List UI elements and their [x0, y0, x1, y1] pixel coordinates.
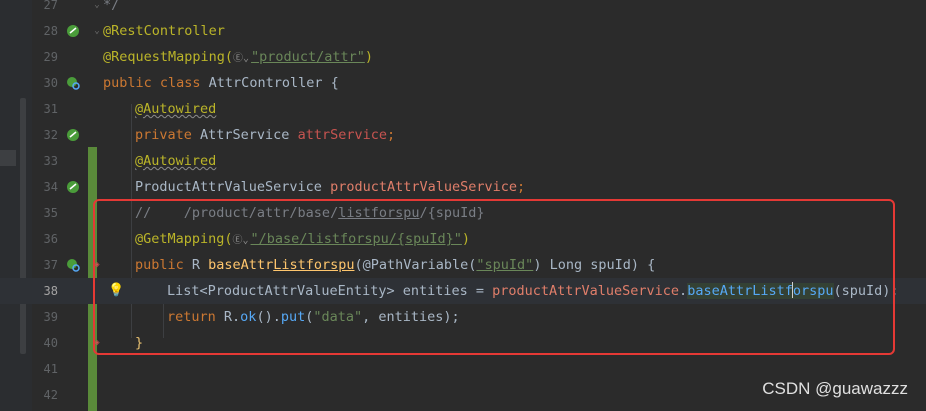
- code-text: @RestController: [103, 23, 225, 39]
- code-line: 30 public class AttrController {: [0, 70, 926, 96]
- line-number: 41: [43, 362, 58, 376]
- web-endpoint-icon[interactable]: Ⓔ⌄: [233, 46, 251, 72]
- line-number: 39: [43, 310, 58, 324]
- code-line: 28 ⌄ @RestController: [0, 18, 926, 44]
- code-text: public class AttrController {: [103, 75, 339, 91]
- code-line: 31 @Autowired: [0, 96, 926, 122]
- code-editor[interactable]: 27 ⌄ */ 28 ⌄ @RestController 29 @Request…: [0, 0, 926, 411]
- spring-bean-icon[interactable]: [66, 128, 80, 142]
- line-number: 34: [43, 180, 58, 194]
- line-number: 31: [43, 102, 58, 116]
- spring-bean-icon[interactable]: [66, 24, 80, 38]
- line-number: 38: [43, 284, 58, 298]
- line-number: 33: [43, 154, 58, 168]
- code-line: 33 @Autowired: [0, 148, 926, 174]
- endpoint-search-icon[interactable]: [66, 258, 80, 272]
- code-text: */: [103, 0, 120, 13]
- line-number: 36: [43, 232, 58, 246]
- code-line: 29 @RequestMapping(Ⓔ⌄ "product/attr"): [0, 44, 926, 70]
- code-text: @Autowired: [135, 101, 217, 117]
- code-line: 27 ⌄ */: [0, 0, 926, 18]
- line-number: 28: [43, 24, 58, 38]
- watermark: CSDN @guawazzz: [762, 379, 908, 398]
- code-line: 34 ProductAttrValueService productAttrVa…: [0, 174, 926, 200]
- line-number: 27: [43, 0, 58, 12]
- line-number: 35: [43, 206, 58, 220]
- code-line: 32 private AttrService attrService;: [0, 122, 926, 148]
- code-text: ProductAttrValueService productAttrValue…: [135, 179, 526, 195]
- spring-bean-search-icon[interactable]: [66, 76, 80, 90]
- line-number: 29: [43, 50, 58, 64]
- code-text: @RequestMapping(Ⓔ⌄ "product/attr"): [103, 44, 373, 72]
- fold-icon[interactable]: ⌄: [92, 26, 102, 36]
- highlight-annotation-box: [93, 199, 895, 355]
- fold-icon[interactable]: ⌄: [92, 0, 102, 10]
- line-number: 42: [43, 388, 58, 402]
- line-number: 30: [43, 76, 58, 90]
- code-text: @Autowired: [135, 153, 217, 169]
- line-number: 32: [43, 128, 58, 142]
- line-number: 40: [43, 336, 58, 350]
- spring-bean-icon[interactable]: [66, 180, 80, 194]
- code-text: private AttrService attrService;: [135, 127, 396, 143]
- line-number: 37: [43, 258, 58, 272]
